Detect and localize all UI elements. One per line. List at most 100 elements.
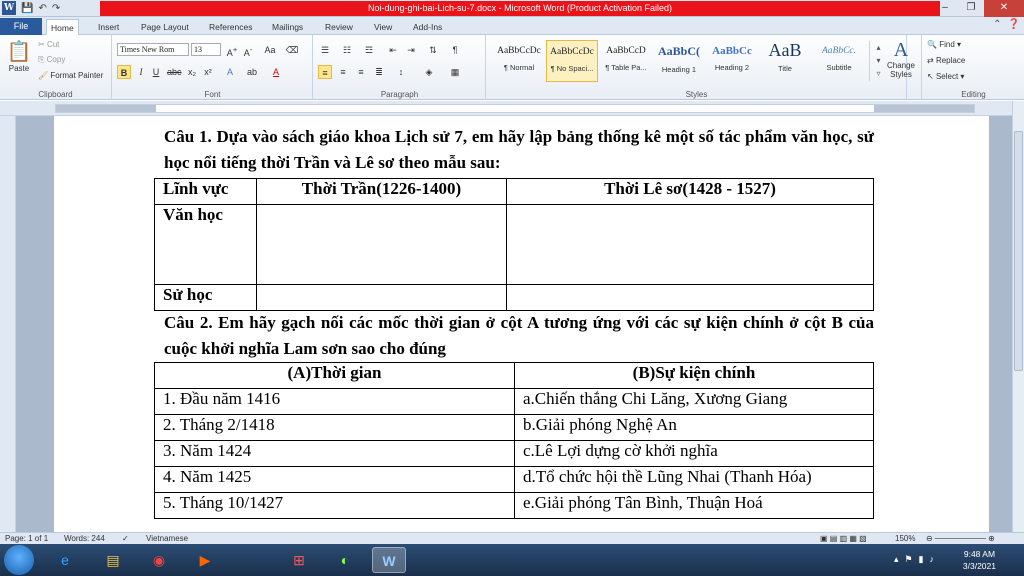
- collapse-ribbon-icon[interactable]: ⌃: [993, 19, 1001, 30]
- justify-icon[interactable]: ≣: [372, 65, 386, 79]
- table1-cell[interactable]: [256, 204, 507, 285]
- cut-button[interactable]: ✂ Cut: [38, 40, 59, 49]
- word-count[interactable]: Words: 244: [64, 534, 105, 543]
- multilevel-list-icon[interactable]: ☲: [362, 43, 376, 57]
- page-count[interactable]: Page: 1 of 1: [5, 534, 48, 543]
- tab-page-layout[interactable]: Page Layout: [137, 19, 193, 35]
- subscript-button[interactable]: x₂: [185, 65, 199, 79]
- file-explorer-icon[interactable]: ▤: [96, 547, 130, 573]
- font-size-box[interactable]: 13: [191, 43, 221, 56]
- sort-icon[interactable]: ⇅: [426, 43, 440, 57]
- clear-format-icon[interactable]: ⌫: [285, 43, 299, 57]
- table-2[interactable]: (A)Thời gian (B)Sự kiện chính 1. Đầu năm…: [154, 362, 874, 519]
- numbering-icon[interactable]: ☷: [340, 43, 354, 57]
- clipboard-group: 📋 Paste ✂ Cut ⎘ Copy 🖌 Format Painter Cl…: [0, 35, 112, 100]
- media-player-icon[interactable]: ▶: [188, 547, 222, 573]
- start-button[interactable]: [4, 545, 34, 575]
- bold-button[interactable]: B: [117, 65, 131, 79]
- save-icon[interactable]: 💾: [21, 3, 33, 14]
- shrink-font-icon[interactable]: A-: [241, 43, 255, 58]
- clock[interactable]: 9:48 AM 3/3/2021: [963, 548, 996, 572]
- tab-view[interactable]: View: [370, 19, 396, 35]
- redo-icon[interactable]: ↷: [52, 3, 60, 14]
- window-title: Noi-dung-ghi-bai-Lich-su-7.docx - Micros…: [368, 3, 672, 13]
- highlight-icon[interactable]: ab: [245, 65, 259, 79]
- style-heading-1[interactable]: AaBbC( Heading 1: [653, 40, 705, 82]
- document-page[interactable]: Câu 1. Dựa vào sách giáo khoa Lịch sử 7,…: [54, 116, 989, 532]
- text-effects-icon[interactable]: A: [223, 65, 237, 79]
- style-subtitle[interactable]: AaBbCc. Subtitle: [813, 40, 865, 82]
- underline-button[interactable]: U: [149, 65, 163, 79]
- line-spacing-icon[interactable]: ↕: [394, 65, 408, 79]
- borders-icon[interactable]: ▦: [448, 65, 462, 79]
- show-marks-icon[interactable]: ¶: [448, 43, 462, 57]
- flag-icon[interactable]: ⚑: [904, 554, 912, 565]
- align-right-icon[interactable]: ≡: [354, 65, 368, 79]
- format-painter-button[interactable]: 🖌 Format Painter: [38, 71, 103, 80]
- tab-review[interactable]: Review: [321, 19, 357, 35]
- style-heading-2[interactable]: AaBbCc Heading 2: [706, 40, 758, 82]
- table1-cell[interactable]: [256, 284, 507, 311]
- table2-event: c.Lê Lợi dựng cờ khởi nghĩa: [514, 440, 874, 467]
- show-hidden-icon[interactable]: ▴: [894, 554, 899, 565]
- style-title[interactable]: AaB Title: [759, 40, 811, 82]
- view-buttons[interactable]: ▣ ▤ ▥ ▦ ▧: [820, 534, 867, 543]
- strikethrough-button[interactable]: abc: [167, 65, 182, 79]
- shading-icon[interactable]: ◈: [422, 65, 436, 79]
- style-normal[interactable]: AaBbCcDc ¶ Normal: [493, 40, 545, 82]
- style-table-paragraph[interactable]: AaBbCcD ¶ Table Pa...: [600, 40, 652, 82]
- tab-insert[interactable]: Insert: [94, 19, 123, 35]
- italic-button[interactable]: I: [134, 65, 148, 79]
- bullets-icon[interactable]: ☰: [318, 43, 332, 57]
- select-button[interactable]: ↖ Select ▾: [927, 72, 964, 81]
- cleaner-icon[interactable]: ◐: [328, 547, 362, 573]
- change-styles-button[interactable]: A Change Styles: [882, 39, 920, 79]
- word-taskbar-icon[interactable]: W: [372, 547, 406, 573]
- undo-icon[interactable]: ↶: [38, 3, 46, 14]
- table-1[interactable]: Lĩnh vực Thời Trần(1226-1400) Thời Lê sơ…: [154, 178, 874, 311]
- table2-time: 4. Năm 1425: [154, 466, 515, 493]
- maximize-button[interactable]: ❐: [958, 0, 984, 17]
- font-name-box[interactable]: Times New Rom: [117, 43, 189, 56]
- select-label: Select: [935, 72, 959, 81]
- app-icon[interactable]: ⊞: [282, 547, 316, 573]
- tab-add-ins[interactable]: Add-Ins: [409, 19, 446, 35]
- table1-cell[interactable]: [506, 284, 874, 311]
- tab-mailings[interactable]: Mailings: [268, 19, 307, 35]
- align-center-icon[interactable]: ≡: [336, 65, 350, 79]
- tab-home[interactable]: Home: [46, 19, 79, 35]
- font-color-icon[interactable]: A: [269, 65, 283, 79]
- paragraph-group: ☰ ☷ ☲ ⇤ ⇥ ⇅ ¶ ≡ ≡ ≡ ≣ ↕ ◈ ▦ Paragraph: [314, 35, 486, 100]
- font-group-label: Font: [204, 90, 221, 99]
- vertical-ruler[interactable]: [0, 116, 16, 532]
- volume-icon[interactable]: ♪: [930, 554, 935, 565]
- help-icon[interactable]: ❓: [1008, 19, 1020, 30]
- close-button[interactable]: ✕: [984, 0, 1024, 17]
- proofing-icon[interactable]: ✓: [122, 534, 129, 543]
- chrome-icon[interactable]: ◉: [142, 547, 176, 573]
- network-icon[interactable]: ▮: [919, 554, 924, 565]
- style-no-spacing[interactable]: AaBbCcDc ¶ No Spaci...: [546, 40, 598, 82]
- paste-button[interactable]: 📋 Paste: [6, 39, 32, 73]
- internet-explorer-icon[interactable]: e: [48, 547, 82, 573]
- find-button[interactable]: 🔍 Find ▾: [927, 40, 961, 49]
- tab-file[interactable]: File: [0, 18, 42, 35]
- zoom-level[interactable]: 150%: [895, 534, 915, 543]
- language[interactable]: Vietnamese: [146, 534, 188, 543]
- superscript-button[interactable]: x²: [201, 65, 215, 79]
- increase-indent-icon[interactable]: ⇥: [404, 43, 418, 57]
- copy-button[interactable]: ⎘ Copy: [38, 55, 65, 65]
- minimize-button[interactable]: –: [932, 0, 958, 17]
- decrease-indent-icon[interactable]: ⇤: [386, 43, 400, 57]
- change-styles-label: Change Styles: [886, 61, 916, 79]
- zoom-slider[interactable]: ⊖ ───────── ⊕: [926, 534, 995, 543]
- align-left-icon[interactable]: ≡: [318, 65, 332, 79]
- tab-references[interactable]: References: [205, 19, 256, 35]
- change-case-icon[interactable]: Aa: [263, 43, 277, 57]
- vertical-scrollbar[interactable]: [1012, 101, 1024, 532]
- horizontal-ruler[interactable]: [0, 101, 1024, 116]
- replace-button[interactable]: ⇄ Replace: [927, 56, 965, 65]
- grow-font-icon[interactable]: A+: [225, 43, 239, 58]
- table1-cell[interactable]: [506, 204, 874, 285]
- scrollbar-thumb[interactable]: [1014, 131, 1023, 371]
